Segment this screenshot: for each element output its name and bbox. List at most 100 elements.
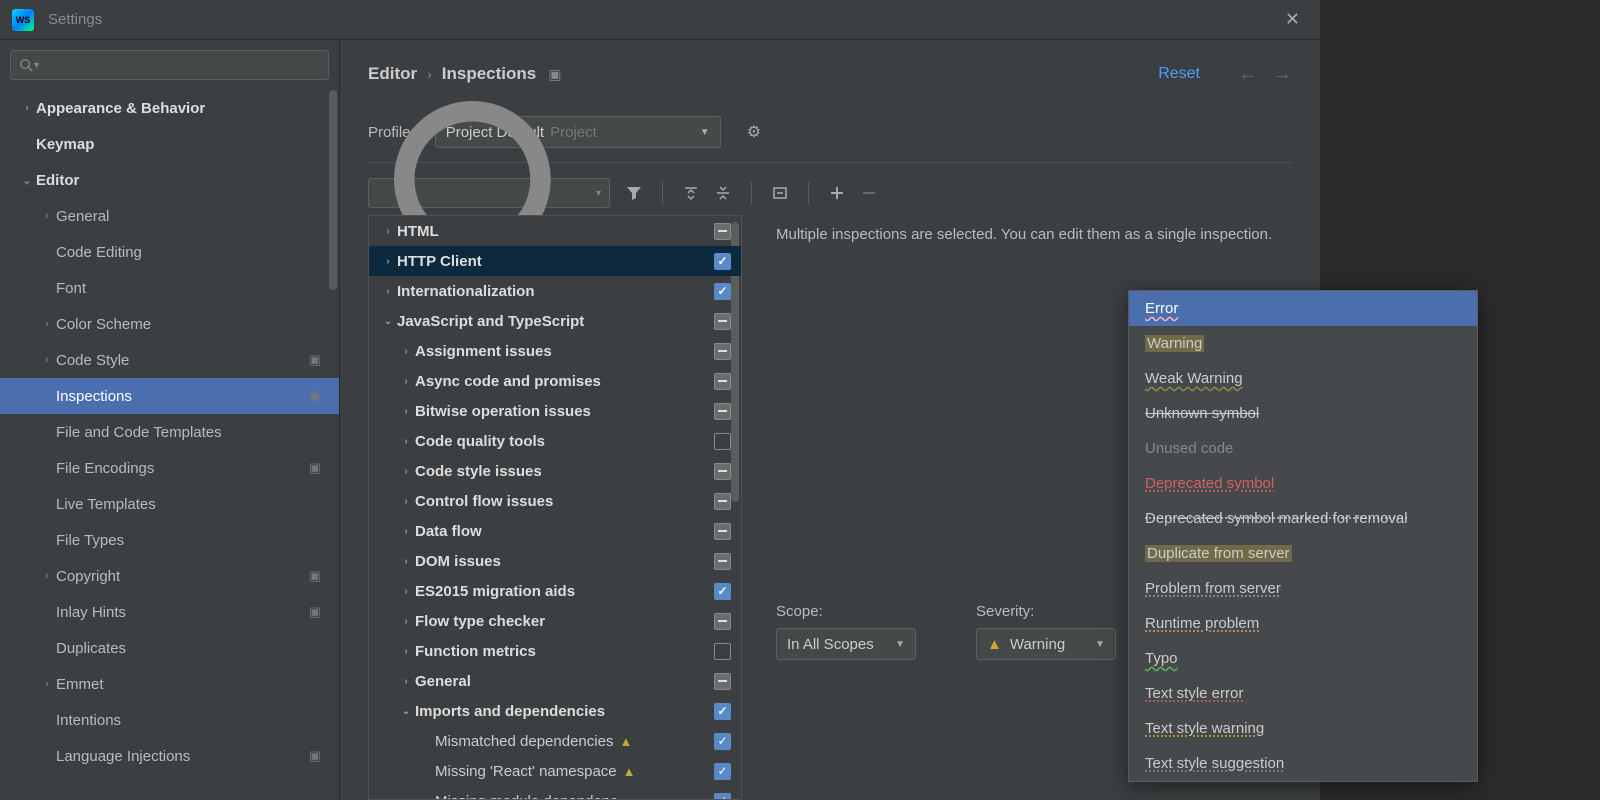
inspection-checkbox[interactable]: ✓: [714, 703, 731, 720]
gear-icon[interactable]: ⚙: [747, 122, 761, 142]
sidebar-item[interactable]: File Types: [0, 522, 339, 558]
inspection-row[interactable]: Missing module dependenc▲✓: [369, 786, 741, 800]
inspection-checkbox[interactable]: [714, 433, 731, 450]
back-button[interactable]: ←: [1238, 63, 1258, 86]
sidebar-item[interactable]: ›Copyright▣: [0, 558, 339, 594]
remove-button[interactable]: [857, 181, 881, 205]
close-button[interactable]: ✕: [1277, 5, 1308, 34]
sidebar-item[interactable]: ›Color Scheme: [0, 306, 339, 342]
collapse-all-button[interactable]: [711, 181, 735, 205]
inspection-row[interactable]: ›Assignment issues: [369, 336, 741, 366]
forward-button[interactable]: →: [1272, 63, 1292, 86]
sidebar-item[interactable]: Keymap: [0, 126, 339, 162]
inspection-row[interactable]: ›Data flow: [369, 516, 741, 546]
inspection-checkbox[interactable]: [714, 523, 731, 540]
inspection-checkbox[interactable]: [714, 373, 731, 390]
inspection-checkbox[interactable]: ✓: [714, 583, 731, 600]
inspection-checkbox[interactable]: [714, 313, 731, 330]
severity-option[interactable]: Text style error: [1129, 676, 1477, 711]
inspection-checkbox[interactable]: [714, 463, 731, 480]
inspection-checkbox[interactable]: [714, 553, 731, 570]
inspection-checkbox[interactable]: [714, 673, 731, 690]
sidebar-item[interactable]: ›General: [0, 198, 339, 234]
inspection-checkbox[interactable]: ✓: [714, 733, 731, 750]
inspection-row[interactable]: ›Function metrics: [369, 636, 741, 666]
severity-option[interactable]: Error: [1129, 291, 1477, 326]
inspection-checkbox[interactable]: [714, 613, 731, 630]
severity-option[interactable]: Weak Warning: [1129, 361, 1477, 396]
settings-search-input[interactable]: ▾: [10, 50, 329, 80]
severity-option[interactable]: Deprecated symbol: [1129, 466, 1477, 501]
severity-option[interactable]: Runtime problem: [1129, 606, 1477, 641]
inspection-checkbox[interactable]: [714, 403, 731, 420]
inspection-checkbox[interactable]: ✓: [714, 793, 731, 800]
add-button[interactable]: [825, 181, 849, 205]
sidebar-item[interactable]: Inspections▣: [0, 378, 339, 414]
inspection-row[interactable]: ›Code style issues: [369, 456, 741, 486]
severity-option[interactable]: Problem from server: [1129, 571, 1477, 606]
sidebar-item[interactable]: File Encodings▣: [0, 450, 339, 486]
inspection-row[interactable]: ›Control flow issues: [369, 486, 741, 516]
severity-option[interactable]: Warning: [1129, 326, 1477, 361]
inspection-checkbox[interactable]: ✓: [714, 253, 731, 270]
breadcrumb-editor[interactable]: Editor: [368, 64, 417, 84]
inspection-row[interactable]: ›General: [369, 666, 741, 696]
severity-option[interactable]: Deprecated symbol marked for removal: [1129, 501, 1477, 536]
severity-option[interactable]: Unused code: [1129, 431, 1477, 466]
inspection-checkbox[interactable]: [714, 493, 731, 510]
inspection-row[interactable]: ⌄JavaScript and TypeScript: [369, 306, 741, 336]
severity-option[interactable]: Duplicate from server: [1129, 536, 1477, 571]
inspection-checkbox[interactable]: [714, 343, 731, 360]
scope-select[interactable]: In All Scopes ▼: [776, 628, 916, 660]
inspection-label: HTTP Client: [397, 253, 482, 270]
sidebar-item[interactable]: Live Templates: [0, 486, 339, 522]
severity-option-label: Text style suggestion: [1145, 755, 1284, 772]
inspection-row[interactable]: Mismatched dependencies▲✓: [369, 726, 741, 756]
chevron-icon: ›: [38, 678, 56, 690]
sidebar-item[interactable]: ›Appearance & Behavior: [0, 90, 339, 126]
inspection-row[interactable]: Missing 'React' namespace▲✓: [369, 756, 741, 786]
reset-link[interactable]: Reset: [1158, 65, 1200, 83]
inspection-row[interactable]: ›ES2015 migration aids✓: [369, 576, 741, 606]
inspection-row[interactable]: ›HTML: [369, 216, 741, 246]
sidebar-item[interactable]: Intentions: [0, 702, 339, 738]
chevron-icon: ›: [397, 496, 415, 507]
titlebar: WS Settings ✕: [0, 0, 1320, 40]
expand-all-button[interactable]: [679, 181, 703, 205]
severity-option[interactable]: Text style suggestion: [1129, 746, 1477, 781]
severity-option[interactable]: Unknown symbol: [1129, 396, 1477, 431]
sidebar-item[interactable]: File and Code Templates: [0, 414, 339, 450]
inspection-row[interactable]: ›Flow type checker: [369, 606, 741, 636]
inspection-checkbox[interactable]: [714, 643, 731, 660]
severity-option[interactable]: Text style warning: [1129, 711, 1477, 746]
reset-inspection-button[interactable]: [768, 181, 792, 205]
sidebar-item[interactable]: ›Emmet: [0, 666, 339, 702]
severity-option[interactable]: Typo: [1129, 641, 1477, 676]
inspections-tree[interactable]: ›HTML›HTTP Client✓›Internationalization✓…: [368, 215, 742, 800]
inspections-search-input[interactable]: ▾: [368, 178, 610, 208]
sidebar-item[interactable]: Inlay Hints▣: [0, 594, 339, 630]
sidebar-item[interactable]: Duplicates: [0, 630, 339, 666]
inspection-checkbox[interactable]: ✓: [714, 763, 731, 780]
filter-button[interactable]: [622, 181, 646, 205]
inspection-checkbox[interactable]: [714, 223, 731, 240]
inspection-row[interactable]: ›Async code and promises: [369, 366, 741, 396]
sidebar-item[interactable]: Font: [0, 270, 339, 306]
inspection-checkbox[interactable]: ✓: [714, 283, 731, 300]
severity-popup[interactable]: ErrorWarningWeak WarningUnknown symbolUn…: [1128, 290, 1478, 782]
severity-select[interactable]: ▲ Warning ▼: [976, 628, 1116, 660]
sidebar-item-label: Color Scheme: [56, 316, 151, 333]
sidebar-item[interactable]: Code Editing: [0, 234, 339, 270]
inspection-row[interactable]: ⌄Imports and dependencies✓: [369, 696, 741, 726]
settings-tree[interactable]: ›Appearance & BehaviorKeymap⌄Editor›Gene…: [0, 90, 339, 800]
search-icon: [19, 58, 33, 72]
sidebar-item-label: Copyright: [56, 568, 120, 585]
inspection-row[interactable]: ›Bitwise operation issues: [369, 396, 741, 426]
sidebar-item[interactable]: ⌄Editor: [0, 162, 339, 198]
inspection-row[interactable]: ›DOM issues: [369, 546, 741, 576]
inspection-row[interactable]: ›HTTP Client✓: [369, 246, 741, 276]
inspection-row[interactable]: ›Code quality tools: [369, 426, 741, 456]
inspection-row[interactable]: ›Internationalization✓: [369, 276, 741, 306]
sidebar-item[interactable]: Language Injections▣: [0, 738, 339, 774]
sidebar-item[interactable]: ›Code Style▣: [0, 342, 339, 378]
